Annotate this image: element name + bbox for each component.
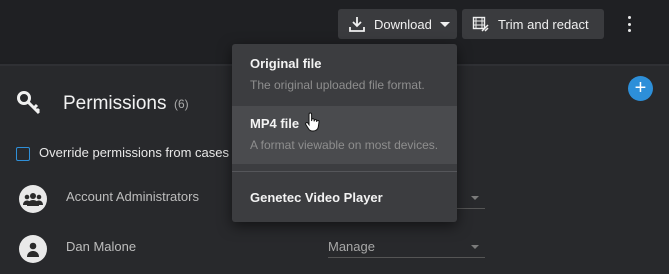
override-permissions-checkbox[interactable]	[16, 147, 30, 161]
chevron-down-icon	[471, 196, 479, 200]
download-menu: Original file The original uploaded file…	[232, 44, 457, 222]
trim-and-redact-label: Trim and redact	[498, 16, 589, 32]
permissions-title: Permissions	[63, 93, 167, 114]
more-vertical-icon[interactable]	[622, 16, 636, 32]
permissions-count: (6)	[174, 97, 189, 111]
menu-item-genetec-video-player[interactable]: Genetec Video Player	[232, 190, 457, 205]
override-permissions-label: Override permissions from cases	[39, 145, 229, 160]
film-edit-icon	[472, 15, 490, 33]
role-select[interactable]: Manage	[328, 235, 485, 258]
download-label: Download	[374, 16, 432, 32]
menu-item-mp4-file[interactable]: MP4 file A format viewable on most devic…	[232, 106, 457, 164]
menu-item-description: The original uploaded file format.	[250, 78, 425, 92]
menu-item-title: MP4 file	[250, 116, 300, 131]
chevron-down-icon	[471, 245, 479, 249]
key-icon	[16, 90, 44, 118]
member-name: Account Administrators	[66, 189, 199, 204]
trim-and-redact-button[interactable]: Trim and redact	[462, 9, 604, 39]
download-icon	[348, 15, 366, 33]
group-icon	[19, 185, 47, 213]
chevron-down-icon	[439, 21, 450, 27]
menu-item-description: A format viewable on most devices.	[250, 138, 439, 152]
user-icon	[19, 235, 47, 263]
menu-item-original-file[interactable]: Original file The original uploaded file…	[232, 56, 457, 108]
plus-icon[interactable]: +	[628, 76, 653, 101]
menu-item-title: Genetec Video Player	[250, 190, 383, 205]
menu-item-title: Original file	[250, 56, 322, 71]
menu-divider	[232, 171, 457, 172]
role-select-value: Manage	[328, 239, 375, 254]
download-button[interactable]: Download	[338, 9, 457, 39]
hand-pointer-icon	[304, 112, 322, 134]
member-name: Dan Malone	[66, 239, 137, 254]
